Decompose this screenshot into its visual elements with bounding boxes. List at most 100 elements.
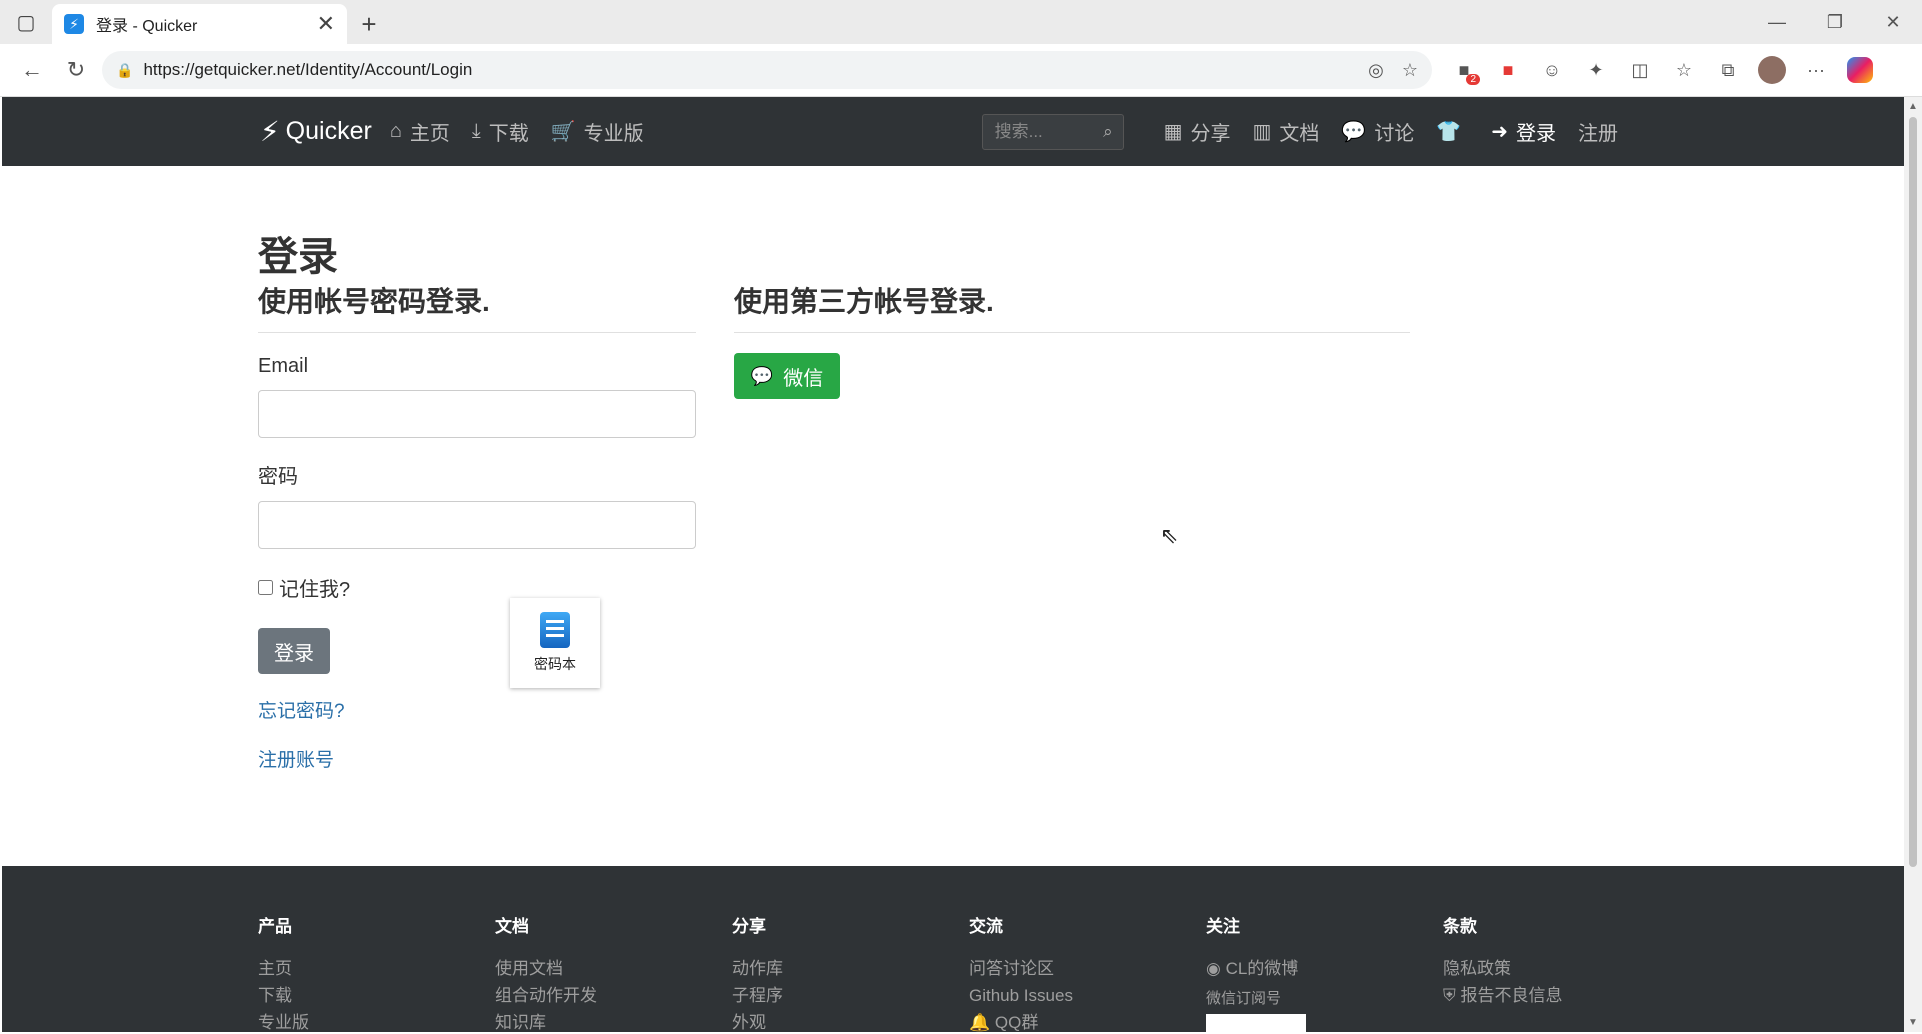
local-login-heading: 使用帐号密码登录. [258,282,696,333]
footer-link[interactable]: 动作库 [732,959,969,979]
nav-docs[interactable]: ▥ 文档 [1253,117,1320,146]
email-label: Email [258,355,309,377]
footer-link[interactable]: 主页 [258,959,495,979]
external-login-section: 使用第三方帐号登录. 💬 微信 [734,282,1410,399]
password-book-popup[interactable]: 密码本 [510,598,600,688]
footer-link-label: CL的微博 [1225,959,1299,978]
footer-col-docs: 文档 使用文档 组合动作开发 知识库 [495,866,732,1034]
profile-extension-icon[interactable]: ☺ [1530,51,1574,89]
nav-share-label: 分享 [1190,123,1231,145]
footer-link[interactable]: 使用文档 [495,959,732,979]
footer-link[interactable]: 专业版 [258,1013,495,1033]
extension-icon[interactable]: ■ 2 [1442,51,1486,89]
login-button[interactable]: 登录 [258,628,330,674]
footer-link[interactable]: 知识库 [495,1013,732,1033]
site-header: ⚡ Quicker ⌂ 主页 ⤓ 下载 🛒 专业版 ⌕ ▦ 分享 ▥ 文档 💬 讨论 👕 ➜… [2,97,1904,166]
comments-icon: 💬 [1341,121,1367,143]
external-login-heading: 使用第三方帐号登录. [734,282,1410,333]
nav-register-label: 注册 [1578,123,1618,145]
url-text[interactable]: https://getquicker.net/Identity/Account/… [143,60,1350,80]
brand-logo[interactable]: ⚡ Quicker [260,115,372,148]
footer-link[interactable]: 下载 [258,986,495,1006]
nav-home[interactable]: ⌂ 主页 [390,117,450,146]
lock-icon[interactable]: 🔒 [116,62,133,79]
remember-label: 记住我? [279,579,351,601]
nav-register[interactable]: 注册 [1578,117,1618,146]
scroll-down-icon[interactable]: ▼ [1908,1017,1918,1028]
remember-me[interactable]: 记住我? [258,573,696,602]
footer-col-product: 产品 主页 下载 专业版 [258,866,495,1034]
quicker-favicon-icon: ⚡ [64,14,84,34]
footer-heading: 文档 [495,917,529,936]
wechat-icon: 💬 [750,365,774,386]
tab-title: 登录 - Quicker [96,18,198,35]
password-label: 密码 [258,466,298,488]
qq-icon: 🔔 [969,1013,991,1032]
register-account-link[interactable]: 注册账号 [258,745,696,772]
nav-discuss[interactable]: 💬 讨论 [1341,117,1414,146]
books-icon: ▥ [1252,121,1272,143]
nav-download[interactable]: ⤓ 下载 [472,117,529,146]
nav-store[interactable]: 👕 [1436,119,1469,144]
footer-link[interactable]: 隐私政策 [1443,959,1680,979]
footer-heading: 条款 [1443,917,1477,936]
footer-link[interactable]: 外观 [732,1013,969,1033]
footer-link[interactable]: 问答讨论区 [969,959,1206,979]
tab-close-icon[interactable]: ✕ [317,11,335,37]
translate-extension-icon[interactable]: ■ [1486,51,1530,89]
footer-link[interactable]: 组合动作开发 [495,986,732,1006]
search-box[interactable]: ⌕ [981,113,1124,150]
footer-col-terms: 条款 隐私政策 ⛨ 报告不良信息 [1443,866,1680,1034]
nav-pro[interactable]: 🛒 专业版 [551,117,644,146]
nav-share[interactable]: ▦ 分享 [1164,117,1231,146]
header-inner: ⚡ Quicker ⌂ 主页 ⤓ 下载 🛒 专业版 ⌕ ▦ 分享 ▥ 文档 💬 讨论 👕 ➜… [260,97,1640,166]
more-menu-icon[interactable]: ··· [1794,51,1838,89]
nav-login[interactable]: ➜ 登录 [1491,117,1556,146]
mouse-cursor-icon: ⇖ [1160,523,1179,548]
tab-actions-icon[interactable]: ▢ [0,0,52,44]
scroll-thumb[interactable] [1909,117,1917,867]
sign-in-icon: ➜ [1491,121,1508,143]
browser-tab[interactable]: ⚡ 登录 - Quicker ✕ [52,4,347,44]
window-close-icon[interactable]: ✕ [1864,12,1922,33]
shield-icon: ⛨ [1443,986,1456,1005]
footer-heading: 产品 [258,917,292,936]
search-icon[interactable]: ⌕ [1103,122,1113,142]
refresh-icon[interactable]: ↻ [54,50,98,90]
footer-col-community: 交流 问答讨论区 Github Issues 🔔 QQ群 [969,866,1206,1034]
password-field[interactable] [258,501,696,549]
qr-code [1206,1014,1306,1034]
bolt-icon: ⚡ [260,116,280,147]
tracking-prevention-icon[interactable]: ◎ [1368,60,1384,81]
footer-link-qq[interactable]: 🔔 QQ群 [969,1013,1206,1033]
restore-icon[interactable]: ❐ [1806,12,1864,33]
favorite-star-icon[interactable]: ☆ [1402,60,1418,81]
tab-bar: ▢ ⚡ 登录 - Quicker ✕ + — ❐ ✕ [0,0,1922,44]
search-input[interactable] [992,120,1104,143]
wechat-login-button[interactable]: 💬 微信 [734,353,840,399]
profile-avatar[interactable] [1750,51,1794,89]
email-field[interactable] [258,390,696,438]
extensions-bar: ■ 2 ■ ☺ ✦ ◫ ☆ ⧉ ··· [1442,51,1882,89]
footer-link[interactable]: 子程序 [732,986,969,1006]
back-icon[interactable]: ← [10,50,54,90]
footer-link-report[interactable]: ⛨ 报告不良信息 [1443,986,1680,1006]
scroll-up-icon[interactable]: ▲ [1908,101,1918,112]
footer-link[interactable]: Github Issues [969,986,1206,1006]
wechat-button-label: 微信 [783,367,824,390]
remember-checkbox[interactable] [258,580,273,595]
favorites-icon[interactable]: ☆ [1662,51,1706,89]
brand-name: Quicker [285,117,372,145]
forgot-password-link[interactable]: 忘记密码? [258,696,696,723]
address-bar[interactable]: 🔒 https://getquicker.net/Identity/Accoun… [102,51,1432,89]
footer-link-weibo[interactable]: ◉ CL的微博 [1206,959,1443,979]
new-tab-button[interactable]: + [347,4,391,44]
minimize-icon[interactable]: — [1748,12,1806,33]
copilot-icon[interactable] [1838,51,1882,89]
nav-login-label: 登录 [1516,123,1556,145]
split-screen-icon[interactable]: ◫ [1618,51,1662,89]
collections-icon[interactable]: ⧉ [1706,51,1750,89]
nav-pro-label: 专业版 [583,123,644,145]
extensions-puzzle-icon[interactable]: ✦ [1574,51,1618,89]
page-scrollbar[interactable]: ▲ ▼ [1904,97,1922,1032]
